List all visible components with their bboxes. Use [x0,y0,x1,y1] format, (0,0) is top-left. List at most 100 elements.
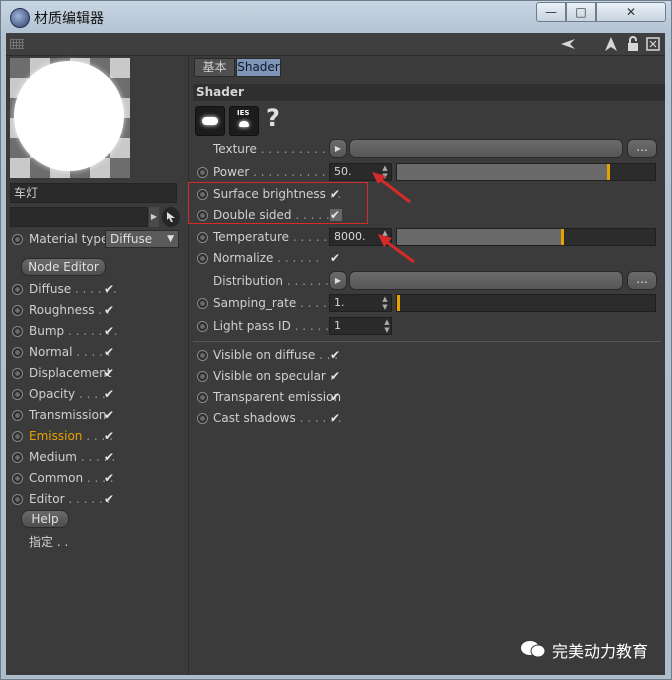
channel-checkbox[interactable]: ✔ [104,367,116,379]
expand-icon[interactable] [645,36,661,52]
channel-checkbox[interactable]: ✔ [104,304,116,316]
channel-checkbox[interactable]: ✔ [104,430,116,442]
sampling-rate-label: Samping_rate . . . . . . [213,296,342,310]
sampling-rate-spinner-icon[interactable]: ▲ ▼ [381,295,389,311]
visible-diffuse-radio[interactable] [197,350,208,361]
channel-checkbox[interactable]: ✔ [104,472,116,484]
channel-label[interactable]: Transmission [29,408,107,422]
material-name-field[interactable]: 车灯 [10,183,177,203]
channel-radio[interactable] [12,326,23,337]
back-arrow-icon[interactable] [560,36,576,52]
channel-label-text: Emission [29,429,83,443]
separator [193,341,661,342]
channel-checkbox[interactable]: ✔ [104,388,116,400]
channel-label[interactable]: Editor . . . . . . [29,492,110,506]
channel-label[interactable]: Emission . . . . [29,429,113,443]
power-radio[interactable] [197,167,208,178]
channel-radio[interactable] [12,368,23,379]
material-type-radio[interactable] [12,234,23,245]
distribution-browse-button[interactable]: ... [627,271,657,290]
channel-label-text: Medium [29,450,77,464]
visible-diffuse-checkbox[interactable]: ✔ [330,349,342,361]
channel-checkbox[interactable]: ✔ [104,346,116,358]
grip-icon[interactable] [10,39,24,49]
visible-specular-checkbox[interactable]: ✔ [330,370,342,382]
surface-brightness-checkbox[interactable]: ✔ [330,188,342,200]
distribution-expand-button[interactable]: ▶ [329,271,347,290]
cast-shadows-radio[interactable] [197,413,208,424]
cast-shadows-checkbox[interactable]: ✔ [330,412,342,424]
power-slider-handle[interactable] [607,164,610,180]
visible-specular-radio[interactable] [197,371,208,382]
texture-browse-button[interactable]: ... [627,139,657,158]
channel-label-text: Roughness [29,303,95,317]
double-sided-checkbox[interactable]: ✔ [330,209,342,221]
visible-specular-label: Visible on specular . [213,369,334,383]
temperature-radio[interactable] [197,232,208,243]
pointer-icon[interactable] [603,36,619,52]
channel-label[interactable]: Displacement [29,366,112,380]
sampling-rate-slider[interactable] [396,294,656,312]
channel-radio[interactable] [12,473,23,484]
surface-brightness-radio[interactable] [197,189,208,200]
preview-sphere [14,61,124,171]
channel-checkbox[interactable]: ✔ [104,409,116,421]
light-pass-spinner-icon[interactable]: ▲ ▼ [383,318,391,334]
sampling-rate-radio[interactable] [197,298,208,309]
channel-radio[interactable] [12,410,23,421]
node-editor-button[interactable]: Node Editor [21,258,106,276]
channel-checkbox[interactable]: ✔ [104,451,116,463]
visible-diffuse-label: Visible on diffuse . . . [213,348,339,362]
temperature-slider[interactable] [396,228,656,246]
channel-radio[interactable] [12,431,23,442]
temperature-slider-fill [397,229,561,245]
tab-basic[interactable]: 基本 [194,58,235,77]
channel-label[interactable]: Normal . . . . . [29,345,111,359]
sampling-rate-slider-handle[interactable] [397,295,400,311]
temperature-slider-handle[interactable] [561,229,564,245]
ies-light-icon[interactable]: IES [229,106,259,136]
material-link-field[interactable] [10,207,148,227]
transparent-emission-checkbox[interactable]: ✔ [330,391,342,403]
expand-arrow-icon[interactable]: ▶ [149,207,159,227]
pick-icon[interactable] [162,207,180,227]
channel-label[interactable]: Common . . . . [29,471,114,485]
channel-checkbox[interactable]: ✔ [104,325,116,337]
channel-checkbox[interactable]: ✔ [104,283,116,295]
channel-checkbox[interactable]: ✔ [104,493,116,505]
help-icon[interactable]: ? [266,104,280,132]
channel-label[interactable]: Opacity . . . . [29,387,106,401]
channel-label-text: Editor [29,492,65,506]
help-button[interactable]: Help [21,510,69,528]
normalize-radio[interactable] [197,253,208,264]
double-sided-radio[interactable] [197,210,208,221]
wechat-icon [521,641,546,658]
texture-label-text: Texture [213,142,257,156]
channel-radio[interactable] [12,494,23,505]
tab-shader[interactable]: Shader [236,58,281,77]
transparent-emission-radio[interactable] [197,392,208,403]
power-slider[interactable] [396,163,656,181]
channel-radio[interactable] [12,305,23,316]
distribution-slot-button[interactable] [349,271,623,290]
texture-slot-button[interactable] [349,139,623,158]
window-title: 材质编辑器 [34,11,104,27]
close-button[interactable]: ✕ [596,2,666,22]
light-shape-icon[interactable] [195,106,225,136]
channel-label-text: Normal [29,345,73,359]
normalize-checkbox[interactable]: ✔ [330,252,342,264]
light-pass-radio[interactable] [197,321,208,332]
material-type-select[interactable]: Diffuse ▼ [105,230,179,248]
lock-icon[interactable] [625,36,641,52]
channel-label[interactable]: Medium . . . . . [29,450,115,464]
channel-label-text: Common [29,471,84,485]
maximize-button[interactable]: □ [566,2,596,22]
channel-radio[interactable] [12,452,23,463]
surface-brightness-text: Surface brightness [213,187,326,201]
channel-radio[interactable] [12,347,23,358]
minimize-button[interactable]: — [536,2,566,22]
texture-expand-button[interactable]: ▶ [329,139,347,158]
channel-radio[interactable] [12,284,23,295]
channel-radio[interactable] [12,389,23,400]
channel-label[interactable]: Roughness . . [29,303,110,317]
